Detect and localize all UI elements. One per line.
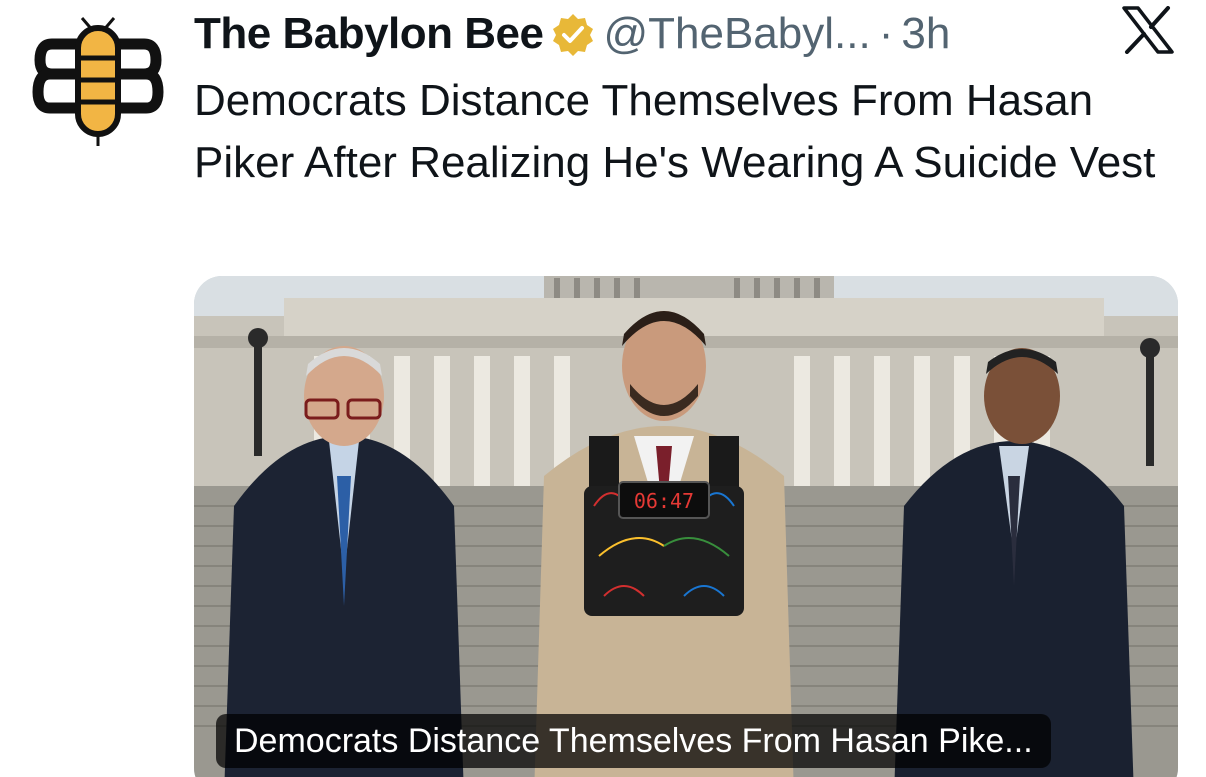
account-handle[interactable]: @TheBabyl... (603, 6, 870, 62)
x-logo-icon (1122, 6, 1174, 54)
card-image: 06:47 (194, 276, 1178, 777)
separator-dot: · (878, 9, 894, 58)
link-card[interactable]: 06:47 Democrats Distance Themselves From… (194, 276, 1178, 777)
tweet-header: The Babylon Bee @TheBabyl... · 3h (194, 6, 950, 62)
card-caption[interactable]: Democrats Distance Themselves From Hasan… (216, 714, 1051, 768)
vest-timer-text: 06:47 (634, 489, 694, 513)
verified-badge-icon (553, 14, 594, 56)
tweet-timestamp[interactable]: 3h (901, 6, 950, 62)
tweet[interactable]: The Babylon Bee @TheBabyl... · 3h Democr… (0, 0, 1206, 777)
account-name[interactable]: The Babylon Bee (194, 6, 544, 62)
babylon-bee-logo-icon[interactable] (30, 14, 166, 150)
tweet-text: Democrats Distance Themselves From Hasan… (194, 76, 1156, 187)
